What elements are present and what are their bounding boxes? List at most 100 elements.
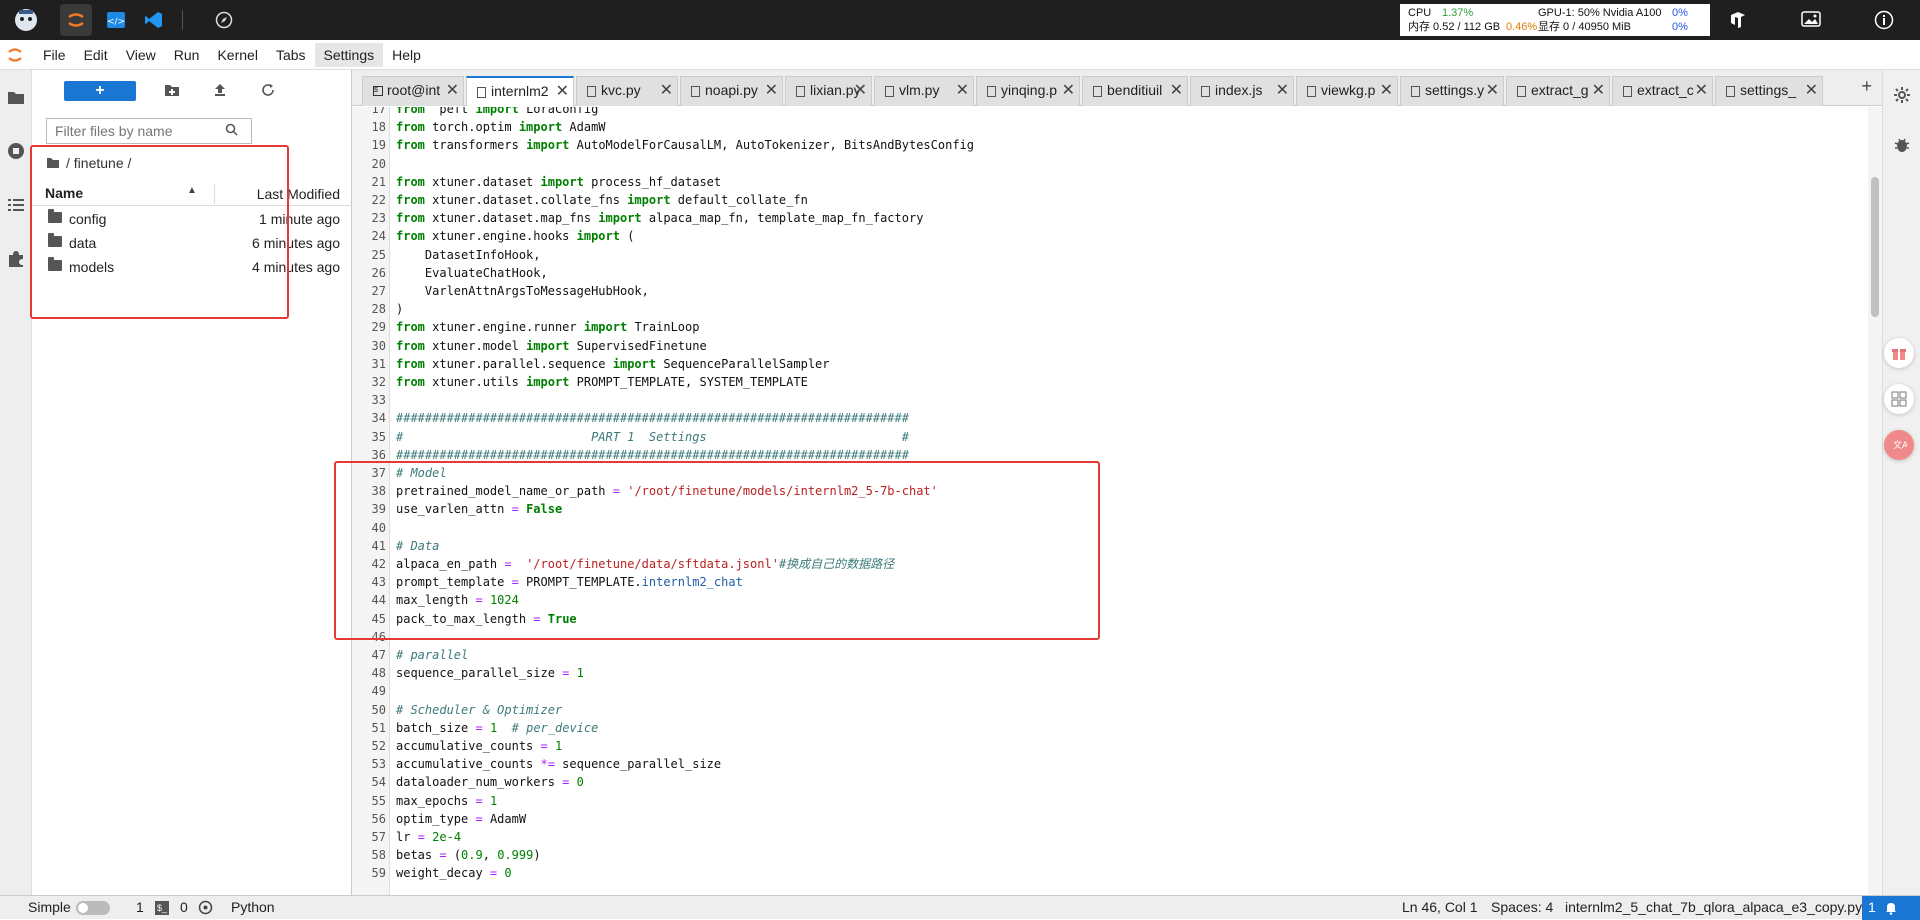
file-modified: 6 minutes ago <box>252 235 340 251</box>
tab-7[interactable]: benditiuil ✕ <box>1082 76 1188 106</box>
tab-4[interactable]: lixian.py ✕ <box>785 76 872 106</box>
menu-kernel[interactable]: Kernel <box>208 43 266 67</box>
file-name: models <box>69 259 115 275</box>
tab-8[interactable]: index.js ✕ <box>1190 76 1294 106</box>
menu-edit[interactable]: Edit <box>75 43 117 67</box>
kernels-count[interactable]: 0 <box>180 899 188 915</box>
tab-11[interactable]: extract_g ✕ <box>1506 76 1610 106</box>
tab-0[interactable]: $ root@int ✕ <box>362 76 464 106</box>
debugger-icon[interactable] <box>1883 120 1920 170</box>
running-kernels-icon[interactable] <box>0 124 32 178</box>
top-bar: </> CPU 1.37% GPU-1: 50% Nvidia A100 0% … <box>0 0 1920 40</box>
code-text: pack_to_max_length = True <box>396 610 577 628</box>
add-tab-button[interactable]: + <box>1861 76 1872 97</box>
line-number: 47 <box>371 648 386 662</box>
tab-12[interactable]: extract_c ✕ <box>1612 76 1713 106</box>
new-folder-icon[interactable] <box>148 83 196 100</box>
tab-2[interactable]: kvc.py ✕ <box>576 76 678 106</box>
tab-6[interactable]: yinqing.p ✕ <box>976 76 1080 106</box>
terminals-count[interactable]: 1 <box>136 899 144 915</box>
code-editor-icon[interactable]: </> <box>100 4 132 36</box>
folder-icon <box>48 233 62 247</box>
code-token: 1 <box>576 666 584 680</box>
upload-icon[interactable] <box>196 83 244 100</box>
scrollbar-thumb[interactable] <box>1871 177 1879 317</box>
close-tab-icon[interactable]: ✕ <box>765 80 778 100</box>
breadcrumb-path[interactable]: / finetune / <box>66 155 131 171</box>
terminal-icon: $_ <box>155 901 169 915</box>
gift-icon[interactable] <box>1884 338 1914 368</box>
editor-scrollbar[interactable] <box>1868 107 1882 895</box>
code-token: 1024 <box>489 593 519 607</box>
file-row-models[interactable]: models 4 minutes ago <box>32 256 352 280</box>
tab-9[interactable]: viewkg.p ✕ <box>1296 76 1398 106</box>
tab-1[interactable]: internlm2 ✕ <box>466 76 574 106</box>
file-row-data[interactable]: data 6 minutes ago <box>32 232 352 256</box>
refresh-icon[interactable] <box>244 83 292 100</box>
code-token: from <box>396 357 425 371</box>
close-tab-icon[interactable]: ✕ <box>1380 80 1393 100</box>
sort-ascending-icon[interactable]: ▲ <box>187 185 197 196</box>
compass-icon[interactable] <box>208 4 240 36</box>
file-row-config[interactable]: config 1 minute ago <box>32 208 352 232</box>
code-text: from xtuner.engine.hooks import ( <box>396 227 634 245</box>
close-tab-icon[interactable]: ✕ <box>556 81 569 101</box>
menu-help[interactable]: Help <box>383 43 430 67</box>
code-token: import <box>526 339 570 353</box>
translate-icon[interactable]: 文A <box>1884 430 1914 460</box>
close-tab-icon[interactable]: ✕ <box>1805 80 1818 100</box>
cursor-position[interactable]: Ln 46, Col 1 <box>1402 899 1478 915</box>
file-filter-field[interactable] <box>46 118 252 144</box>
image-icon[interactable] <box>1795 4 1827 36</box>
close-tab-icon[interactable]: ✕ <box>1695 80 1708 100</box>
tab-label: yinqing.p <box>1001 82 1058 98</box>
menu-tabs[interactable]: Tabs <box>267 43 315 67</box>
code-text: dataloader_num_workers = 0 <box>396 773 584 791</box>
menu-settings[interactable]: Settings <box>314 42 384 67</box>
kernel-name[interactable]: Python <box>231 899 275 915</box>
model-icon[interactable] <box>1722 4 1754 36</box>
tab-5[interactable]: vlm.py ✕ <box>874 76 974 106</box>
info-icon[interactable] <box>1868 4 1900 36</box>
apps-icon[interactable] <box>1884 384 1914 414</box>
app-logo-icon[interactable] <box>10 4 42 36</box>
jupyter-icon[interactable] <box>60 4 92 36</box>
indentation-setting[interactable]: Spaces: 4 <box>1491 899 1553 915</box>
code-line: 25 DatasetInfoHook, <box>352 246 1852 264</box>
tab-13[interactable]: settings_ ✕ <box>1715 76 1823 106</box>
close-tab-icon[interactable]: ✕ <box>660 80 673 100</box>
menu-view[interactable]: View <box>117 43 165 67</box>
table-of-contents-icon[interactable] <box>0 178 32 232</box>
close-tab-icon[interactable]: ✕ <box>446 80 459 100</box>
code-editor[interactable]: 17 from peft import LoraConfig 18 from torc… <box>352 107 1882 895</box>
tab-3[interactable]: noapi.py ✕ <box>680 76 783 106</box>
file-icon <box>1093 85 1102 97</box>
breadcrumb[interactable]: / finetune / <box>46 155 131 171</box>
property-inspector-icon[interactable] <box>1883 70 1920 120</box>
close-tab-icon[interactable]: ✕ <box>956 80 969 100</box>
folder-icon[interactable] <box>0 70 32 124</box>
file-filter-input[interactable] <box>55 123 225 139</box>
vscode-icon[interactable] <box>138 4 170 36</box>
menu-file[interactable]: File <box>34 43 75 67</box>
file-icon <box>1307 85 1316 97</box>
column-name-header[interactable]: Name <box>45 185 83 201</box>
close-tab-icon[interactable]: ✕ <box>1170 80 1183 100</box>
close-tab-icon[interactable]: ✕ <box>1062 80 1075 100</box>
tab-10[interactable]: settings.y ✕ <box>1400 76 1504 106</box>
extensions-icon[interactable] <box>0 232 32 286</box>
simple-mode-toggle[interactable] <box>76 901 110 915</box>
code-text: from xtuner.dataset.collate_fns import d… <box>396 191 808 209</box>
column-modified-header[interactable]: Last Modified <box>257 186 340 202</box>
menu-run[interactable]: Run <box>165 43 209 67</box>
code-token: = <box>439 848 447 862</box>
close-tab-icon[interactable]: ✕ <box>1486 80 1499 100</box>
close-tab-icon[interactable]: ✕ <box>1592 80 1605 100</box>
close-tab-icon[interactable]: ✕ <box>854 80 867 100</box>
code-text: from peft import LoraConfig <box>396 107 598 118</box>
new-launcher-button[interactable]: + <box>64 81 136 101</box>
notifications-button[interactable]: 1 <box>1862 896 1920 920</box>
code-line: 41 # Data <box>352 537 1852 555</box>
code-text: alpaca_en_path = '/root/finetune/data/sf… <box>396 555 894 573</box>
close-tab-icon[interactable]: ✕ <box>1276 80 1289 100</box>
